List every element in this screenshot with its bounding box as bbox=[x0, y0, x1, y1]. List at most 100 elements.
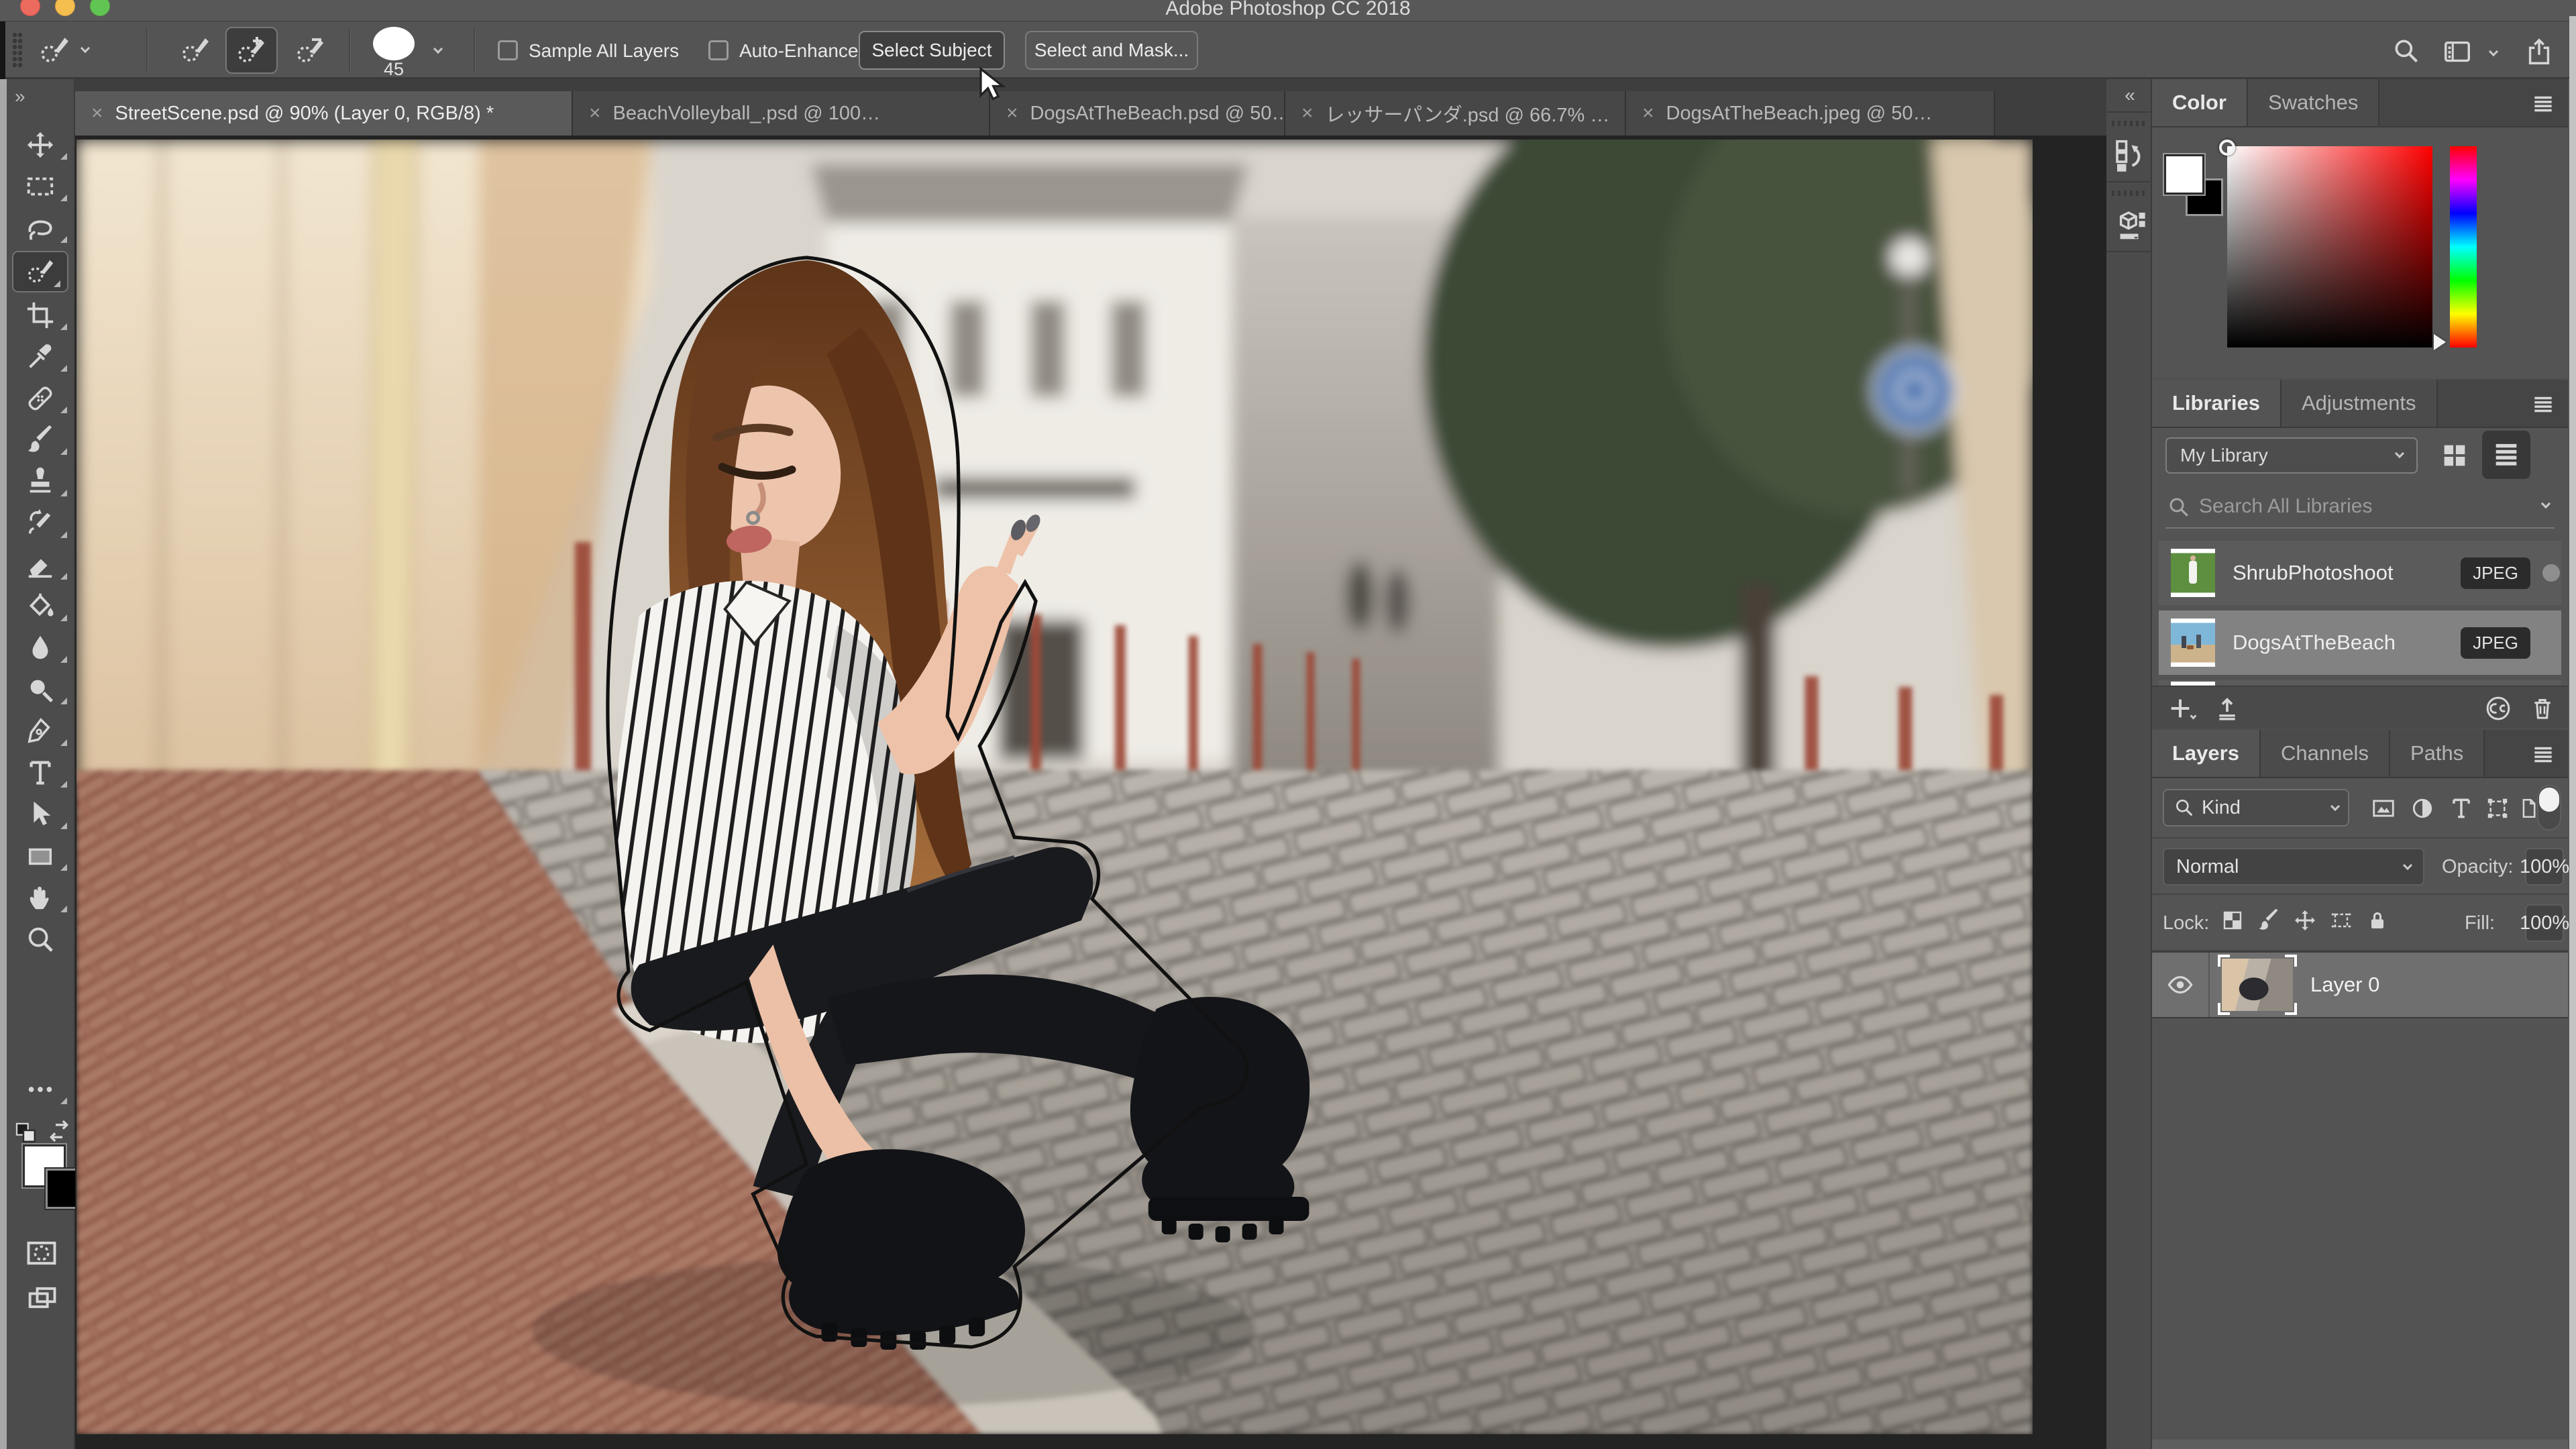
close-icon[interactable]: × bbox=[1301, 102, 1313, 125]
default-colors-icon[interactable] bbox=[13, 1120, 40, 1147]
properties-panel-icon[interactable] bbox=[2111, 207, 2147, 243]
doc-tab-dogsatthebeach-psd[interactable]: × DogsAtTheBeach.psd @ 50… bbox=[990, 91, 1285, 136]
expand-panels-icon[interactable]: « bbox=[2106, 85, 2152, 106]
tool-rectangular-marquee[interactable] bbox=[7, 168, 74, 205]
tool-hand[interactable] bbox=[7, 879, 74, 916]
panel-grip[interactable] bbox=[2112, 191, 2147, 196]
filter-shape-layers-icon[interactable] bbox=[2485, 796, 2510, 821]
layer-filter-toggle[interactable] bbox=[2537, 785, 2561, 830]
tab-swatches[interactable]: Swatches bbox=[2247, 79, 2380, 126]
filter-type-layers-icon[interactable] bbox=[2449, 796, 2474, 821]
select-and-mask-button[interactable]: Select and Mask... bbox=[1025, 31, 1198, 70]
tool-spot-healing-brush[interactable] bbox=[7, 380, 74, 417]
auto-enhance-checkbox[interactable] bbox=[708, 40, 729, 60]
add-to-selection-mode-button[interactable] bbox=[225, 27, 278, 74]
chevron-down-icon[interactable] bbox=[2540, 498, 2551, 509]
lock-transparency-icon[interactable] bbox=[2220, 908, 2245, 932]
canvas[interactable] bbox=[75, 136, 2106, 1449]
upload-icon[interactable] bbox=[2214, 695, 2241, 722]
edit-toolbar-ellipsis[interactable] bbox=[7, 1071, 74, 1108]
brush-options-chevron-icon[interactable] bbox=[433, 44, 443, 54]
sample-all-layers-label[interactable]: Sample All Layers bbox=[529, 40, 679, 62]
tool-eyedropper[interactable] bbox=[7, 338, 74, 376]
saturation-brightness-field[interactable] bbox=[2227, 146, 2432, 347]
search-input[interactable] bbox=[2199, 490, 2494, 523]
brush-preview-circle[interactable] bbox=[373, 27, 415, 60]
tool-pen[interactable] bbox=[7, 712, 74, 750]
tab-color[interactable]: Color bbox=[2152, 79, 2248, 126]
foreground-color-well[interactable] bbox=[2163, 153, 2206, 196]
panel-menu-icon[interactable] bbox=[2530, 742, 2556, 767]
hue-slider-arrow[interactable] bbox=[2434, 334, 2446, 350]
trash-icon[interactable] bbox=[2529, 695, 2556, 722]
tab-adjustments[interactable]: Adjustments bbox=[2281, 380, 2438, 427]
tool-type[interactable] bbox=[7, 754, 74, 792]
tab-layers[interactable]: Layers bbox=[2152, 730, 2261, 777]
subtract-from-selection-mode-button[interactable] bbox=[284, 27, 337, 74]
tab-paths[interactable]: Paths bbox=[2390, 730, 2485, 777]
new-selection-mode-button[interactable] bbox=[169, 27, 221, 74]
tool-history-brush[interactable] bbox=[7, 504, 74, 542]
lock-artboard-icon[interactable] bbox=[2329, 908, 2353, 932]
tool-quick-selection[interactable] bbox=[12, 251, 68, 292]
filter-smart-object-icon[interactable] bbox=[2517, 796, 2540, 821]
share-icon[interactable] bbox=[2524, 36, 2555, 67]
toolbar-collapse-icon[interactable]: » bbox=[15, 86, 25, 107]
library-item-dogsatthebeach[interactable]: DogsAtTheBeach JPEG bbox=[2159, 610, 2561, 675]
options-bar-grip[interactable] bbox=[12, 32, 23, 68]
blend-mode-select[interactable]: Normal bbox=[2163, 848, 2424, 885]
panel-menu-icon[interactable] bbox=[2530, 392, 2556, 417]
tool-zoom[interactable] bbox=[7, 920, 74, 958]
layer-filter-kind[interactable]: Kind bbox=[2163, 789, 2349, 826]
tool-eraser[interactable] bbox=[7, 546, 74, 584]
eye-icon[interactable] bbox=[2166, 971, 2194, 999]
tool-dodge[interactable] bbox=[7, 671, 74, 708]
library-item-shrubphotoshoot[interactable]: ShrubPhotoshoot JPEG bbox=[2159, 541, 2561, 605]
tool-blur[interactable] bbox=[7, 629, 74, 667]
workspace-switcher-icon[interactable] bbox=[2442, 36, 2473, 67]
layer-row-layer0[interactable]: Layer 0 bbox=[2152, 951, 2568, 1018]
tab-libraries[interactable]: Libraries bbox=[2152, 380, 2282, 427]
tool-brush[interactable] bbox=[7, 421, 74, 459]
layer-name[interactable]: Layer 0 bbox=[2310, 973, 2379, 997]
search-icon[interactable] bbox=[2392, 36, 2421, 66]
doc-tab-beachvolleyball[interactable]: × BeachVolleyball_.psd @ 100… bbox=[573, 91, 990, 136]
grid-view-icon[interactable] bbox=[2439, 440, 2470, 471]
library-select[interactable]: My Library bbox=[2165, 437, 2418, 474]
quick-mask-mode-icon[interactable] bbox=[24, 1236, 59, 1271]
close-icon[interactable]: × bbox=[1006, 102, 1018, 125]
screen-mode-icon[interactable] bbox=[24, 1281, 59, 1316]
tool-move[interactable] bbox=[7, 126, 74, 164]
filter-image-layers-icon[interactable] bbox=[2371, 796, 2396, 821]
swap-colors-icon[interactable] bbox=[46, 1118, 72, 1144]
panel-menu-icon[interactable] bbox=[2530, 91, 2556, 117]
tool-crop[interactable] bbox=[7, 297, 74, 334]
street-photo[interactable] bbox=[76, 140, 2033, 1434]
filter-adjustment-layers-icon[interactable] bbox=[2410, 796, 2435, 821]
workspace-chevron-icon[interactable] bbox=[2488, 46, 2499, 57]
lock-all-icon[interactable] bbox=[2365, 908, 2390, 932]
history-panel-icon[interactable] bbox=[2111, 137, 2147, 173]
select-subject-button[interactable]: Select Subject bbox=[859, 31, 1005, 70]
close-icon[interactable]: × bbox=[91, 102, 103, 125]
layer-thumbnail[interactable] bbox=[2218, 955, 2297, 1015]
layer-visibility-cell[interactable] bbox=[2152, 953, 2210, 1017]
auto-enhance-label[interactable]: Auto-Enhance bbox=[739, 40, 858, 62]
tool-preset-picker[interactable] bbox=[38, 34, 91, 67]
doc-tab-dogsatthebeach-jpeg[interactable]: × DogsAtTheBeach.jpeg @ 50… bbox=[1626, 91, 1995, 136]
doc-tab-lesserpanda[interactable]: × レッサーパンダ.psd @ 66.7% … bbox=[1285, 91, 1626, 136]
tool-lasso[interactable] bbox=[7, 209, 74, 247]
lock-pixels-icon[interactable] bbox=[2257, 908, 2281, 932]
tool-gradient[interactable] bbox=[7, 588, 74, 625]
tool-rectangle[interactable] bbox=[7, 837, 74, 875]
tool-clone-stamp[interactable] bbox=[7, 463, 74, 500]
close-icon[interactable]: × bbox=[589, 102, 601, 125]
list-view-button[interactable] bbox=[2482, 431, 2530, 479]
hue-ramp[interactable] bbox=[2450, 146, 2477, 347]
add-item-icon[interactable] bbox=[2167, 695, 2194, 722]
tool-path-selection[interactable] bbox=[7, 796, 74, 833]
tab-channels[interactable]: Channels bbox=[2260, 730, 2390, 777]
library-search[interactable] bbox=[2152, 486, 2568, 530]
color-picker-marker[interactable] bbox=[2219, 140, 2235, 156]
creative-cloud-icon[interactable] bbox=[2485, 695, 2512, 722]
